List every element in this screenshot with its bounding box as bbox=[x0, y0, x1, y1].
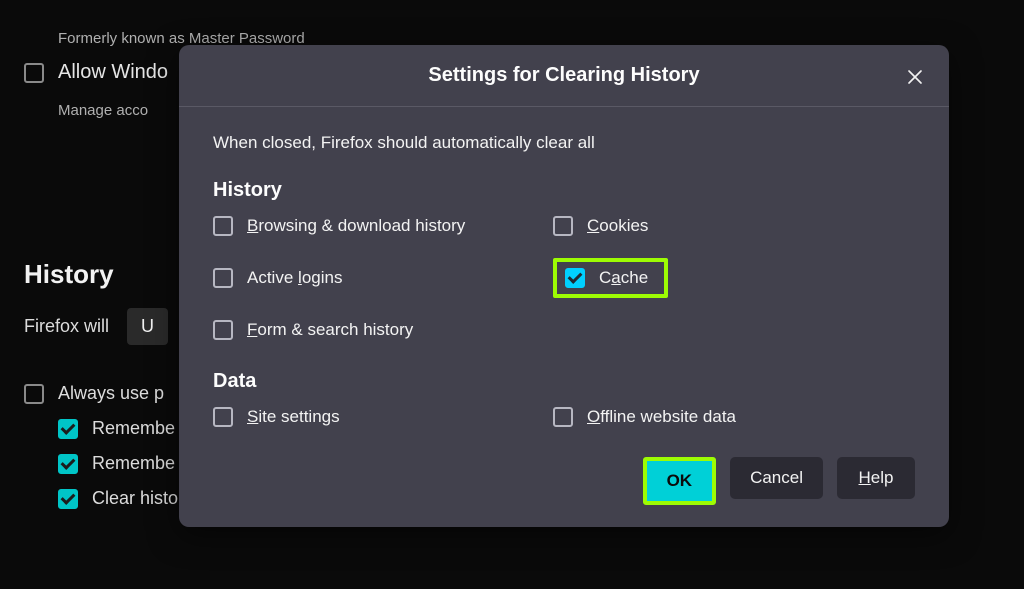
option-active-logins[interactable]: Active logins bbox=[213, 268, 543, 288]
always-private-label: Always use p bbox=[58, 383, 164, 404]
cookies-checkbox[interactable] bbox=[553, 216, 573, 236]
cache-highlight-box: Cache bbox=[553, 258, 668, 298]
remember-search-checkbox[interactable] bbox=[58, 454, 78, 474]
allow-windows-label: Allow Windo bbox=[58, 61, 168, 84]
remember-browsing-checkbox[interactable] bbox=[58, 419, 78, 439]
dialog-intro: When closed, Firefox should automaticall… bbox=[213, 133, 915, 153]
ok-button[interactable]: OK bbox=[647, 461, 713, 501]
cache-label: Cache bbox=[599, 268, 648, 288]
firefox-will-select[interactable]: U bbox=[127, 308, 168, 345]
ok-highlight-box: OK bbox=[643, 457, 717, 505]
dialog-header: Settings for Clearing History bbox=[179, 45, 949, 107]
option-cache-highlight: Cache bbox=[553, 258, 915, 298]
cancel-button[interactable]: Cancel bbox=[730, 457, 823, 499]
clear-history-label: Clear histo bbox=[92, 488, 178, 509]
option-site-settings[interactable]: Site settings bbox=[213, 407, 543, 427]
browsing-history-label: Browsing & download history bbox=[247, 216, 465, 236]
offline-data-checkbox[interactable] bbox=[553, 407, 573, 427]
section-data-heading: Data bbox=[213, 370, 915, 393]
always-private-checkbox[interactable] bbox=[24, 384, 44, 404]
firefox-will-label: Firefox will bbox=[24, 316, 109, 337]
option-browsing-history[interactable]: Browsing & download history bbox=[213, 216, 543, 236]
help-button[interactable]: Help bbox=[837, 457, 915, 499]
close-button[interactable] bbox=[899, 61, 931, 93]
section-history-heading: History bbox=[213, 179, 915, 202]
cache-checkbox[interactable] bbox=[565, 268, 585, 288]
option-form-history[interactable]: Form & search history bbox=[213, 320, 543, 340]
close-icon bbox=[906, 68, 924, 86]
cookies-label: Cookies bbox=[587, 216, 648, 236]
option-cache[interactable]: Cache bbox=[565, 268, 648, 288]
active-logins-label: Active logins bbox=[247, 268, 342, 288]
browsing-history-checkbox[interactable] bbox=[213, 216, 233, 236]
active-logins-checkbox[interactable] bbox=[213, 268, 233, 288]
option-cookies[interactable]: Cookies bbox=[553, 216, 915, 236]
offline-data-label: Offline website data bbox=[587, 407, 736, 427]
form-history-checkbox[interactable] bbox=[213, 320, 233, 340]
data-options: Site settings Offline website data bbox=[213, 407, 915, 427]
dialog-title: Settings for Clearing History bbox=[428, 64, 699, 87]
remember-search-label: Remembe bbox=[92, 453, 175, 474]
option-offline-data[interactable]: Offline website data bbox=[553, 407, 915, 427]
allow-windows-checkbox[interactable] bbox=[24, 63, 44, 83]
clear-history-checkbox[interactable] bbox=[58, 489, 78, 509]
dialog-body: When closed, Firefox should automaticall… bbox=[179, 107, 949, 527]
clear-history-dialog: Settings for Clearing History When close… bbox=[179, 45, 949, 527]
form-history-label: Form & search history bbox=[247, 320, 413, 340]
history-options: Browsing & download history Cookies Acti… bbox=[213, 216, 915, 340]
site-settings-checkbox[interactable] bbox=[213, 407, 233, 427]
remember-browsing-label: Remembe bbox=[92, 418, 175, 439]
site-settings-label: Site settings bbox=[247, 407, 340, 427]
dialog-buttons: OK Cancel Help bbox=[213, 457, 915, 505]
